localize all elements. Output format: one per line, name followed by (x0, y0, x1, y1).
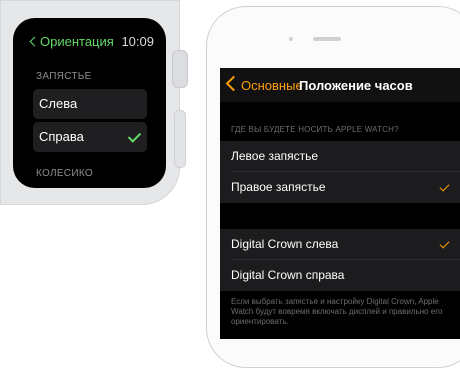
side-button[interactable] (174, 110, 186, 168)
list-item-label: Левое запястье (231, 149, 319, 163)
iphone-screen: Основные Положение часов ГДЕ ВЫ БУДЕТЕ Н… (220, 68, 460, 339)
chevron-left-icon (29, 36, 40, 47)
list-item-label: Digital Crown справа (231, 268, 345, 282)
watch-option-label: Слева (39, 96, 78, 111)
watch-option-right[interactable]: Справа (33, 122, 147, 152)
checkmark-icon (439, 181, 450, 192)
wrist-section-header: ГДЕ ВЫ БУДЕТЕ НОСИТЬ APPLE WATCH? (231, 125, 399, 134)
list-item-label: Правое запястье (231, 180, 326, 194)
watch-time: 10:09 (121, 34, 154, 49)
list-item-right-wrist[interactable]: Правое запястье (220, 172, 460, 203)
watch-back-label: Ориентация (40, 34, 114, 49)
nav-back-label: Основные (241, 78, 303, 93)
page-title: Положение часов (299, 78, 413, 93)
watch-option-label: Справа (39, 129, 84, 144)
navigation-bar: Основные Положение часов (220, 68, 460, 102)
list-item-left-wrist[interactable]: Левое запястье (220, 141, 460, 172)
checkmark-icon (439, 238, 450, 249)
watch-next-section-title: КОЛЕСИКО (36, 168, 93, 179)
watch-option-left[interactable]: Слева (33, 89, 147, 119)
watch-header: Ориентация 10:09 (29, 34, 154, 49)
watch-section-title: ЗАПЯСТЬЕ (36, 71, 92, 82)
camera-icon (289, 37, 293, 41)
chevron-left-icon (225, 75, 242, 92)
watch-back-button[interactable]: Ориентация (29, 34, 117, 49)
checkmark-icon (127, 129, 142, 143)
list-item-label: Digital Crown слева (231, 237, 339, 251)
footer-note: Если выбрать запястье и настройку Digita… (231, 297, 443, 326)
list-item-crown-left[interactable]: Digital Crown слева (220, 229, 460, 260)
speaker-grille (313, 37, 341, 41)
nav-back-button[interactable]: Основные (225, 75, 303, 93)
digital-crown[interactable] (172, 50, 188, 88)
list-item-crown-right[interactable]: Digital Crown справа (220, 260, 460, 291)
